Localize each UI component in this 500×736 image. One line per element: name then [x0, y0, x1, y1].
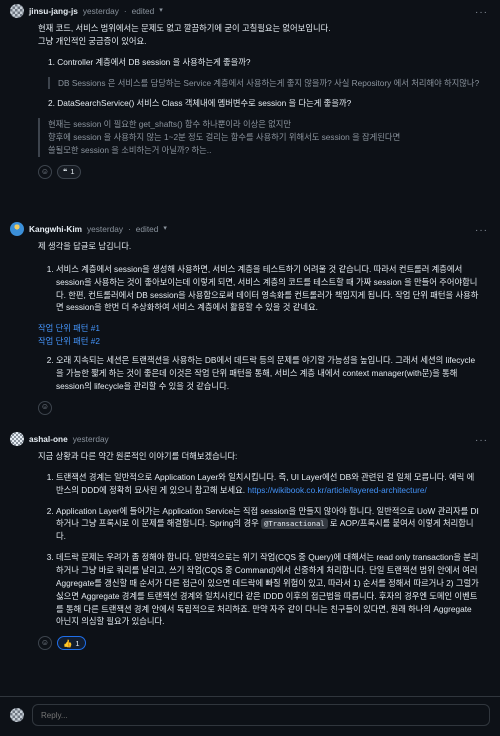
reactions-bar: ☺ 👍 1 [38, 636, 480, 651]
quote-text: DB Sessions 은 서비스를 담당하는 Service 계층에서 사용하… [58, 77, 480, 88]
link-layered-architecture[interactable]: https://wikibook.co.kr/article/layered-a… [247, 485, 426, 495]
chevron-down-icon[interactable]: ▾ [163, 224, 167, 235]
list-item: 트랜잭션 경계는 일반적으로 Application Layer와 일치시킵니다… [56, 471, 480, 497]
discussion-thread: jinsu-jang-js yesterday · edited ▾ ··· 현… [0, 0, 500, 736]
smiley-icon[interactable]: ☺ [38, 400, 52, 415]
list-item: 서비스 계층에서 session을 생성해 사용하면, 서비스 계층을 테스트하… [56, 263, 480, 314]
comment-text: 제 생각을 답글로 남깁니다. [38, 241, 132, 251]
list-item: Application Layer에 들어가는 Application Serv… [56, 505, 480, 544]
divider [0, 696, 500, 697]
reply-input[interactable] [32, 704, 490, 726]
reply-row [10, 702, 490, 728]
thumbs-up-icon: 👍 [63, 638, 73, 648]
avatar [10, 708, 24, 722]
list-item-text: 서비스 계층에서 session을 생성해 사용하면, 서비스 계층을 테스트하… [56, 263, 479, 313]
smiley-icon[interactable]: ☺ [38, 164, 52, 179]
inline-code: @Transactional [261, 518, 328, 530]
link-uow-1[interactable]: 작업 단위 패턴 #1 [38, 323, 100, 333]
avatar[interactable] [10, 222, 24, 236]
comment-header: jinsu-jang-js yesterday · edited ▾ ··· [10, 0, 490, 22]
comment-header: Kangwhi-Kim yesterday · edited ▾ ··· [10, 218, 490, 240]
comment-text: 현재 코드, 서비스 범위에서는 문제도 없고 깔끔하기에 굳이 고칠필요는 없… [38, 23, 331, 33]
kebab-icon[interactable]: ··· [475, 433, 488, 449]
reactions-bar: ☺ ❝ 1 [38, 164, 480, 179]
link-uow-2[interactable]: 작업 단위 패턴 #2 [38, 336, 100, 346]
edited-label[interactable]: edited [136, 223, 159, 236]
comment-ashal: ashal-one yesterday ··· 지금 상황과 다른 약간 원론적… [0, 428, 500, 696]
reactions-bar: ☺ [38, 400, 480, 415]
comment-body: 지금 상황과 다른 약간 원론적인 이야기를 더해보겠습니다: 트랜잭션 경계는… [10, 450, 490, 651]
comment-time[interactable]: yesterday [73, 433, 109, 446]
comment-text: 지금 상황과 다른 약간 원론적인 이야기를 더해보겠습니다: [38, 451, 238, 461]
question-1: 1. Controller 계층에서 DB session 을 사용하는게 좋을… [48, 56, 251, 67]
comment-author[interactable]: Kangwhi-Kim [29, 223, 82, 236]
reaction-quote[interactable]: ❝ 1 [57, 164, 81, 179]
list-item-text: 데드락 문제는 우려가 좀 정해야 합니다. 일반적으로는 위기 작업(CQS … [56, 552, 479, 627]
kebab-icon[interactable]: ··· [475, 223, 488, 239]
comment-time[interactable]: yesterday [87, 223, 123, 236]
comment-body: 현재 코드, 서비스 범위에서는 문제도 없고 깔끔하기에 굳이 고칠필요는 없… [10, 22, 490, 179]
question-2: 2. DataSearchService() 서비스 Class 객체내에 멤버… [48, 98, 352, 109]
blockquote: DB Sessions 은 서비스를 담당하는 Service 계층에서 사용하… [48, 76, 480, 90]
quote-text: 향후에 session 을 사용하지 않는 1~2분 정도 걸리는 함수를 사용… [48, 132, 401, 143]
comment-author[interactable]: ashal-one [29, 433, 68, 446]
list-item: 오래 지속되는 세션은 트랜잭션을 사용하는 DB에서 데드락 등의 문제를 야… [56, 354, 480, 393]
edited-label[interactable]: edited [132, 5, 155, 18]
quote-icon: ❝ [63, 167, 68, 177]
comment-text: 그냥 개인적인 궁금증이 있어요. [38, 35, 147, 46]
quote-text: 쓸될모한 session 을 소비하는거 아닐까? 하는.. [48, 145, 212, 156]
reaction-count: 1 [75, 638, 80, 648]
smiley-icon[interactable]: ☺ [38, 636, 52, 651]
comment-time[interactable]: yesterday [83, 5, 119, 18]
chevron-down-icon[interactable]: ▾ [159, 6, 163, 17]
reaction-thumbs-up[interactable]: 👍 1 [57, 636, 86, 651]
comment-body: 제 생각을 답글로 남깁니다. 서비스 계층에서 session을 생성해 사용… [10, 240, 490, 415]
comment-author[interactable]: jinsu-jang-js [29, 5, 78, 18]
kebab-icon[interactable]: ··· [475, 5, 488, 21]
comment-jinsu: jinsu-jang-js yesterday · edited ▾ ··· 현… [0, 0, 500, 218]
avatar[interactable] [10, 4, 24, 18]
quote-text: 현재는 session 이 필요한 get_shafts() 함수 하나뿐이라 … [48, 119, 292, 130]
reaction-count: 1 [70, 167, 75, 177]
avatar[interactable] [10, 432, 24, 446]
blockquote: 현재는 session 이 필요한 get_shafts() 함수 하나뿐이라 … [38, 118, 480, 157]
list-item: 데드락 문제는 우려가 좀 정해야 합니다. 일반적으로는 위기 작업(CQS … [56, 551, 480, 628]
comment-kangwhi: Kangwhi-Kim yesterday · edited ▾ ··· 제 생… [0, 218, 500, 428]
comment-header: ashal-one yesterday ··· [10, 428, 490, 450]
list-item-text: 오래 지속되는 세션은 트랜잭션을 사용하는 DB에서 데드락 등의 문제를 야… [56, 355, 476, 391]
